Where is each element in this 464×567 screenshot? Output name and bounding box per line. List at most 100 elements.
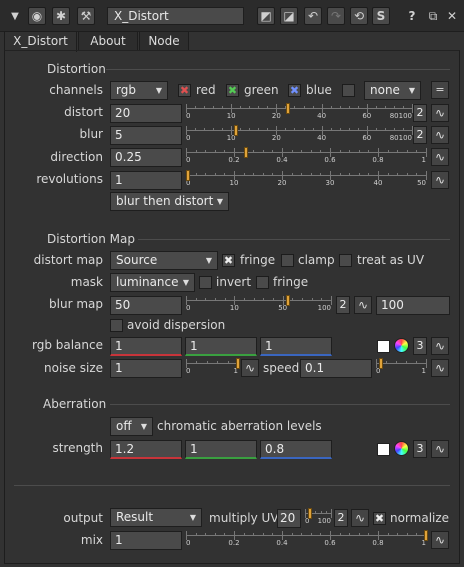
- curve-icon[interactable]: ∿: [351, 509, 369, 527]
- invert-checkbox[interactable]: [199, 276, 212, 289]
- mix-input[interactable]: 1: [110, 531, 182, 550]
- red-checkbox[interactable]: ✖: [178, 84, 191, 97]
- mix-slider[interactable]: 0 0.2 0.4 0.6 0.8 1: [186, 530, 428, 552]
- treat-as-uv-checkbox[interactable]: [339, 254, 352, 267]
- multiply-uv-input[interactable]: 20: [277, 509, 301, 528]
- distort-channel-count[interactable]: 2: [413, 104, 427, 122]
- slider-tick-label: 10: [226, 112, 236, 120]
- tab-about[interactable]: About: [78, 31, 138, 51]
- help-button[interactable]: ?: [403, 7, 421, 25]
- strength-blue-input[interactable]: 0.8: [260, 440, 332, 459]
- blur-channel-count[interactable]: 2: [413, 126, 427, 144]
- direction-input[interactable]: 0.25: [110, 148, 182, 167]
- multiply-uv-slider[interactable]: 0 100: [305, 508, 332, 530]
- collapse-triangle-icon[interactable]: ▼: [6, 7, 24, 25]
- wrench-icon[interactable]: ⚒: [77, 7, 95, 25]
- curve-icon[interactable]: ∿: [431, 171, 449, 189]
- revolutions-input[interactable]: 1: [110, 171, 182, 190]
- slider-tick: [294, 128, 296, 131]
- output-dropdown[interactable]: Result ▼: [110, 508, 202, 527]
- normalize-checkbox[interactable]: ✖: [373, 512, 386, 525]
- blur-map-slider[interactable]: 0 10 50 100: [186, 295, 332, 317]
- speed-slider[interactable]: 01: [376, 358, 427, 380]
- bug-icon[interactable]: ✱: [52, 7, 70, 25]
- slider-handle[interactable]: [424, 530, 428, 541]
- direction-slider[interactable]: 0 0.2 0.4 0.6 0.8 1: [186, 147, 427, 169]
- strength-channel-count[interactable]: 3: [413, 440, 427, 458]
- color-wheel-icon[interactable]: [394, 338, 409, 353]
- color-wheel-icon[interactable]: [394, 441, 409, 456]
- slider-handle[interactable]: [233, 125, 238, 136]
- alpha-channel-dropdown[interactable]: none ▼: [364, 81, 421, 100]
- color-swatch[interactable]: [377, 340, 390, 353]
- distort-map-dropdown[interactable]: Source ▼: [110, 251, 218, 270]
- revolutions-slider[interactable]: 0 10 20 30 40 50: [186, 170, 427, 192]
- curve-icon[interactable]: ∿: [431, 126, 449, 144]
- color-slash-icon[interactable]: ◪: [280, 7, 298, 25]
- slider-handle[interactable]: [236, 358, 240, 369]
- green-checkbox[interactable]: ✖: [226, 84, 239, 97]
- blur-map-channel-count[interactable]: 2: [336, 296, 350, 314]
- strength-green-input[interactable]: 1: [185, 440, 257, 459]
- avoid-dispersion-checkbox[interactable]: [110, 319, 123, 332]
- color-half-icon[interactable]: ◩: [257, 7, 275, 25]
- alpha-checkbox[interactable]: [342, 84, 355, 97]
- node-name-field[interactable]: X_Distort: [107, 7, 244, 25]
- revert-icon[interactable]: ⟲: [350, 7, 368, 25]
- tab-node[interactable]: Node: [139, 31, 189, 51]
- close-icon[interactable]: ✕: [443, 7, 461, 25]
- blur-input[interactable]: 5: [110, 126, 182, 145]
- redo-icon[interactable]: ↷: [327, 7, 345, 25]
- rgb-balance-blue-input[interactable]: 1: [260, 337, 332, 356]
- slider-tick-label: 30: [325, 179, 335, 187]
- slider-handle[interactable]: [379, 358, 383, 369]
- multiply-uv-channel-count[interactable]: 2: [334, 509, 348, 527]
- slider-handle[interactable]: [244, 147, 248, 158]
- slider-handle[interactable]: [186, 170, 191, 181]
- slider-tick: [339, 128, 341, 131]
- slider-handle[interactable]: [285, 103, 290, 114]
- slider-tick: [348, 106, 350, 109]
- slider-handle[interactable]: [308, 508, 313, 519]
- curve-icon[interactable]: ∿: [354, 296, 372, 314]
- float-window-icon[interactable]: ⧉: [424, 7, 442, 25]
- distort-input[interactable]: 20: [110, 104, 182, 123]
- curve-icon[interactable]: ∿: [431, 148, 449, 166]
- slider-tick-label: 0: [186, 367, 191, 375]
- mask-dropdown[interactable]: luminance ▼: [110, 273, 195, 292]
- mask-fringe-checkbox[interactable]: [256, 276, 269, 289]
- rgb-balance-green-input[interactable]: 1: [185, 337, 257, 356]
- rgb-balance-channel-count[interactable]: 3: [413, 337, 427, 355]
- slider-tick: [330, 106, 332, 109]
- undo-icon[interactable]: ↶: [304, 7, 322, 25]
- speed-input[interactable]: 0.1: [300, 359, 372, 378]
- blur-slider[interactable]: 0 10 20 40 60 80100: [186, 125, 413, 147]
- curve-icon[interactable]: ∿: [431, 531, 449, 549]
- channels-dropdown[interactable]: rgb ▼: [110, 81, 168, 100]
- strength-red-input[interactable]: 1.2: [110, 440, 182, 459]
- distort-label: distort: [64, 105, 103, 119]
- curve-icon[interactable]: ∿: [241, 359, 259, 377]
- equal-button[interactable]: =: [431, 81, 449, 99]
- blur-map-max-input[interactable]: 100: [376, 296, 450, 315]
- noise-size-input[interactable]: 1: [110, 359, 182, 378]
- curve-icon[interactable]: ∿: [431, 337, 449, 355]
- slider-tick: [387, 173, 389, 176]
- curve-icon[interactable]: ∿: [431, 359, 449, 377]
- blue-checkbox[interactable]: ✖: [288, 84, 301, 97]
- order-dropdown[interactable]: blur then distort ▼: [110, 192, 229, 211]
- s-button[interactable]: S: [372, 7, 390, 25]
- clamp-checkbox[interactable]: [281, 254, 294, 267]
- view-node-icon[interactable]: ◉: [28, 7, 46, 25]
- noise-size-slider[interactable]: 01: [186, 358, 240, 380]
- rgb-balance-red-input[interactable]: 1: [110, 337, 182, 356]
- distort-slider[interactable]: 0 10 20 40 60 80100: [186, 103, 413, 125]
- curve-icon[interactable]: ∿: [431, 104, 449, 122]
- color-swatch[interactable]: [377, 443, 390, 456]
- curve-icon[interactable]: ∿: [431, 440, 449, 458]
- fringe-checkbox[interactable]: ✖: [222, 254, 235, 267]
- aberration-mode-dropdown[interactable]: off ▼: [110, 417, 153, 436]
- tab-x-distort[interactable]: X_Distort: [4, 31, 77, 52]
- blur-map-input[interactable]: 50: [110, 296, 182, 315]
- slider-handle[interactable]: [285, 295, 290, 306]
